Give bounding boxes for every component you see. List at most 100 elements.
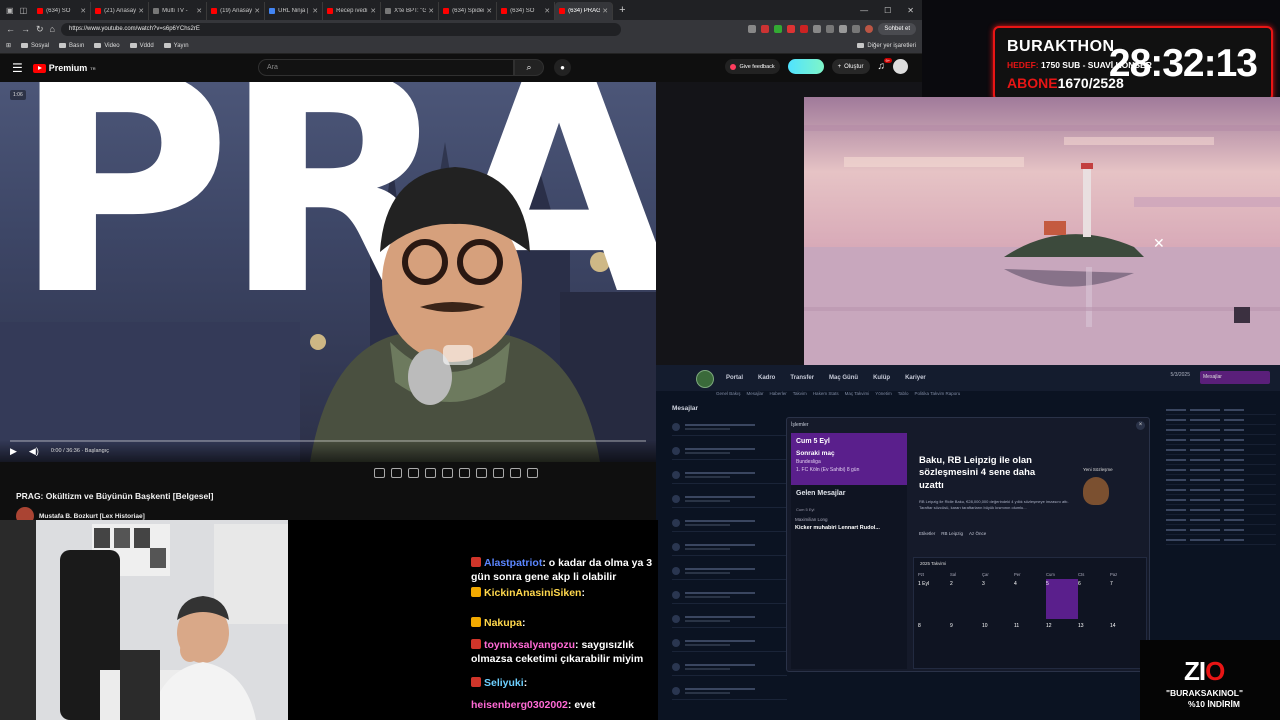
extension-icon[interactable] <box>748 25 757 33</box>
next-match-card[interactable]: Cum 5 Eyl Sonraki maç Bundesliga 1. FC K… <box>791 433 907 485</box>
fm-table-row[interactable] <box>1166 525 1276 535</box>
pip-icon[interactable] <box>442 468 453 478</box>
fm-message-row[interactable] <box>672 682 787 700</box>
fm-message-row[interactable] <box>672 442 787 460</box>
screenshot-icon[interactable] <box>408 468 419 478</box>
fm-nav-item[interactable]: Transfer <box>790 375 814 381</box>
fm-sub-nav-item[interactable]: Hakem Stats <box>813 391 839 396</box>
channel-avatar[interactable] <box>16 507 34 520</box>
close-icon[interactable]: ✕ <box>1153 235 1165 252</box>
calendar-day[interactable]: 2 <box>950 579 982 619</box>
fm-nav-item[interactable]: Kariyer <box>905 375 926 381</box>
sohbet-button[interactable]: Sohbet et <box>878 23 916 35</box>
fm-sub-nav-item[interactable]: Tablo <box>898 391 909 396</box>
loop-icon[interactable] <box>374 468 385 478</box>
bookmark-folder[interactable]: Vddd <box>129 43 154 49</box>
calendar-day[interactable]: 5 <box>1046 579 1078 619</box>
continue-button[interactable]: Mesajlar <box>1200 371 1270 384</box>
fm-nav-item[interactable]: Kadro <box>758 375 775 381</box>
tab-close-icon[interactable]: ✕ <box>196 7 202 15</box>
theater-icon[interactable] <box>459 468 470 478</box>
extension-icon[interactable] <box>813 25 822 33</box>
fm-sub-nav-item[interactable]: Yönetim <box>875 391 892 396</box>
chat-username[interactable]: Seliyuki <box>484 677 524 689</box>
camera-icon[interactable] <box>510 468 521 478</box>
calendar-day[interactable]: 14 <box>1110 621 1142 661</box>
fm-table-row[interactable] <box>1166 425 1276 435</box>
fm-table-row[interactable] <box>1166 455 1276 465</box>
fm-table-row[interactable] <box>1166 415 1276 425</box>
extension-icon[interactable] <box>826 25 835 33</box>
browser-tab[interactable]: (19) Anasayf ✕ <box>207 2 266 20</box>
maximize-icon[interactable]: ☐ <box>884 6 891 15</box>
club-crest-icon[interactable] <box>696 370 714 388</box>
browser-tab[interactable]: (21) Anasayf ✕ <box>91 2 150 20</box>
news-tag[interactable]: RB Leipzig <box>941 531 963 536</box>
channel-name[interactable]: Mustafa B. Bozkurt [Lex Historiae] <box>39 513 145 520</box>
tab-close-icon[interactable]: ✕ <box>138 7 144 15</box>
fm-table-row[interactable] <box>1166 435 1276 445</box>
back-icon[interactable]: ← <box>6 24 15 34</box>
speed-icon[interactable] <box>476 468 487 478</box>
calendar-day[interactable]: 13 <box>1078 621 1110 661</box>
tab-close-icon[interactable]: ✕ <box>370 7 376 15</box>
subtitle-icon[interactable] <box>493 468 504 478</box>
home-icon[interactable]: ⌂ <box>50 24 55 34</box>
tab-close-icon[interactable]: ✕ <box>486 7 492 15</box>
clip-icon[interactable] <box>425 468 436 478</box>
tab-close-icon[interactable]: ✕ <box>428 7 434 15</box>
fm-table-row[interactable] <box>1166 445 1276 455</box>
browser-tab[interactable]: URL Ninja | ✕ <box>265 2 324 20</box>
fm-message-row[interactable] <box>672 562 787 580</box>
fm-message-row[interactable] <box>672 658 787 676</box>
extension-icon[interactable] <box>787 25 796 33</box>
fm-message-row[interactable] <box>672 514 787 532</box>
chat-username[interactable]: heisenberg0302002 <box>471 699 568 711</box>
chat-username[interactable]: Nakupa <box>484 617 522 629</box>
profile-avatar[interactable] <box>865 25 874 33</box>
fm-table-row[interactable] <box>1166 535 1276 545</box>
fm-message-row[interactable] <box>672 634 787 652</box>
fm-nav-item[interactable]: Portal <box>726 375 743 381</box>
fm-message-row[interactable] <box>672 586 787 604</box>
calendar-day[interactable]: 6 <box>1078 579 1110 619</box>
calendar-day[interactable]: 10 <box>982 621 1014 661</box>
calendar-day[interactable]: 9 <box>950 621 982 661</box>
fm-table-row[interactable] <box>1166 465 1276 475</box>
browser-tab[interactable]: Recep ivedi ✕ <box>323 2 382 20</box>
fm-message-row[interactable] <box>672 538 787 556</box>
new-tab-button[interactable]: + <box>613 4 631 16</box>
extension-icon[interactable] <box>852 25 861 33</box>
other-bookmarks[interactable]: Diğer yer işaretleri <box>857 43 916 49</box>
calendar-day[interactable]: 3 <box>982 579 1014 619</box>
account-avatar[interactable] <box>893 59 908 74</box>
audio-icon[interactable] <box>391 468 402 478</box>
chat-username[interactable]: KickinAnasiniSiken <box>484 587 581 599</box>
fm-sub-nav-item[interactable]: Mesajlar <box>747 391 764 396</box>
fm-table-row[interactable] <box>1166 475 1276 485</box>
volume-icon[interactable]: ◀) <box>29 446 39 457</box>
chat-username[interactable]: toymixsalyangozu <box>484 639 575 651</box>
close-icon[interactable]: × <box>1136 421 1145 430</box>
minimize-icon[interactable]: — <box>860 6 868 15</box>
fm-nav-item[interactable]: Kulüp <box>873 375 890 381</box>
give-feedback-button[interactable]: Give feedback <box>725 59 780 74</box>
fm-message-row[interactable] <box>672 466 787 484</box>
tab-close-icon[interactable]: ✕ <box>254 7 260 15</box>
apps-icon[interactable]: ⊞ <box>6 42 11 49</box>
youtube-logo[interactable]: Premium TR <box>32 63 96 73</box>
create-button[interactable]: + Oluştur <box>831 59 870 74</box>
fm-message-row[interactable] <box>672 418 787 436</box>
tab-actions-icon[interactable]: ◫ <box>20 6 28 15</box>
url-input[interactable]: https://www.youtube.com/watch?v=s6p6YChs… <box>60 22 621 36</box>
tab-close-icon[interactable]: ✕ <box>80 7 86 15</box>
inbox-message[interactable]: Maximilian Long Kicker muhabiri Lennart … <box>791 513 907 539</box>
tab-search-icon[interactable]: ▣ <box>6 6 14 15</box>
tab-close-icon[interactable]: ✕ <box>602 7 608 15</box>
fm-table-row[interactable] <box>1166 495 1276 505</box>
fm-nav-item[interactable]: Maç Günü <box>829 375 858 381</box>
reload-icon[interactable]: ↻ <box>36 24 44 35</box>
fm-table-row[interactable] <box>1166 485 1276 495</box>
microphone-icon[interactable]: ● <box>554 59 571 76</box>
play-icon[interactable]: ▶ <box>10 446 17 457</box>
